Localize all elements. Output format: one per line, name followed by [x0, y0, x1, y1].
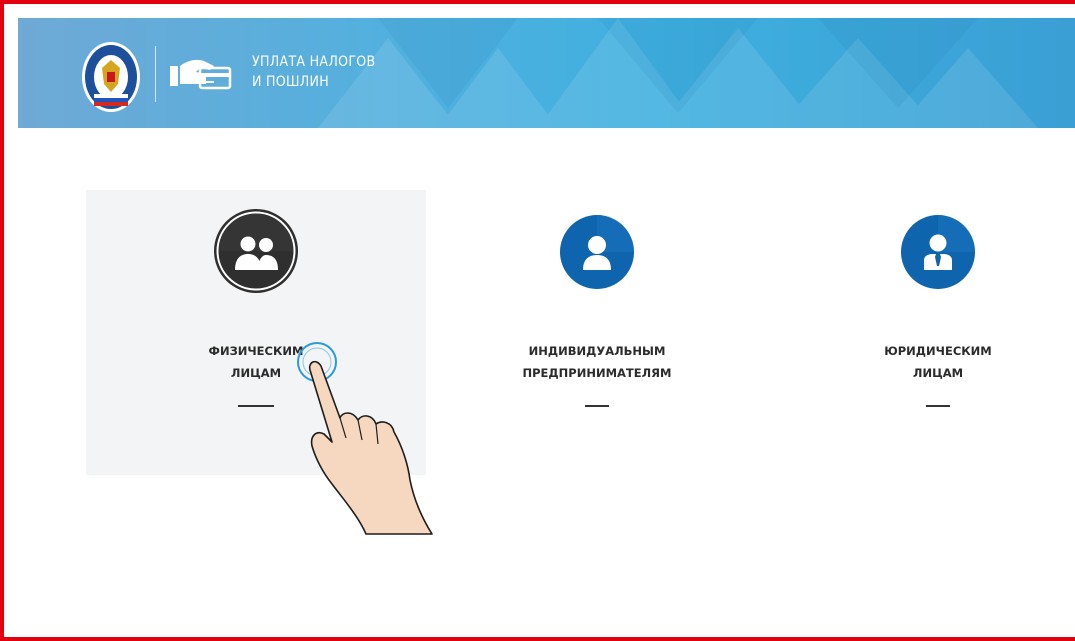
card-entrepreneurs-line1: ИНДИВИДУАЛЬНЫМ — [528, 344, 666, 358]
header-title-line2: И ПОШЛИН — [252, 74, 330, 90]
header-title: УПЛАТА НАЛОГОВ И ПОШЛИН — [252, 52, 375, 92]
users-group-icon — [214, 209, 298, 293]
card-entrepreneurs-label: ИНДИВИДУАЛЬНЫМ ПРЕДПРИНИМАТЕЛЯМ — [427, 340, 767, 384]
pointing-hand-icon — [297, 342, 433, 535]
page-frame: УПЛАТА НАЛОГОВ И ПОШЛИН ФИЗИЧЕСКИМ ЛИЦАМ — [0, 0, 1075, 641]
card-legal-entities-underline — [926, 405, 950, 407]
card-entrepreneurs-underline — [585, 405, 609, 407]
header-divider — [155, 46, 156, 102]
fns-emblem-icon — [82, 42, 140, 112]
card-payment-icon — [170, 59, 232, 90]
card-individuals-underline — [238, 405, 274, 407]
taxpayer-categories: ФИЗИЧЕСКИМ ЛИЦАМ ИНДИВИДУАЛЬНЫМ ПРЕДПРИН… — [86, 190, 1075, 475]
user-icon — [560, 215, 634, 289]
businessman-icon — [901, 215, 975, 289]
card-entrepreneurs[interactable]: ИНДИВИДУАЛЬНЫМ ПРЕДПРИНИМАТЕЛЯМ — [427, 190, 767, 475]
site-header: УПЛАТА НАЛОГОВ И ПОШЛИН — [18, 18, 1075, 128]
card-legal-entities-label: ЮРИДИЧЕСКИМ ЛИЦАМ — [768, 340, 1075, 384]
card-legal-entities[interactable]: ЮРИДИЧЕСКИМ ЛИЦАМ — [768, 190, 1075, 475]
card-entrepreneurs-line2: ПРЕДПРИНИМАТЕЛЯМ — [522, 366, 672, 380]
header-title-line1: УПЛАТА НАЛОГОВ — [252, 54, 376, 70]
card-legal-entities-line2: ЛИЦАМ — [912, 366, 964, 380]
card-legal-entities-line1: ЮРИДИЧЕСКИМ — [884, 344, 992, 358]
